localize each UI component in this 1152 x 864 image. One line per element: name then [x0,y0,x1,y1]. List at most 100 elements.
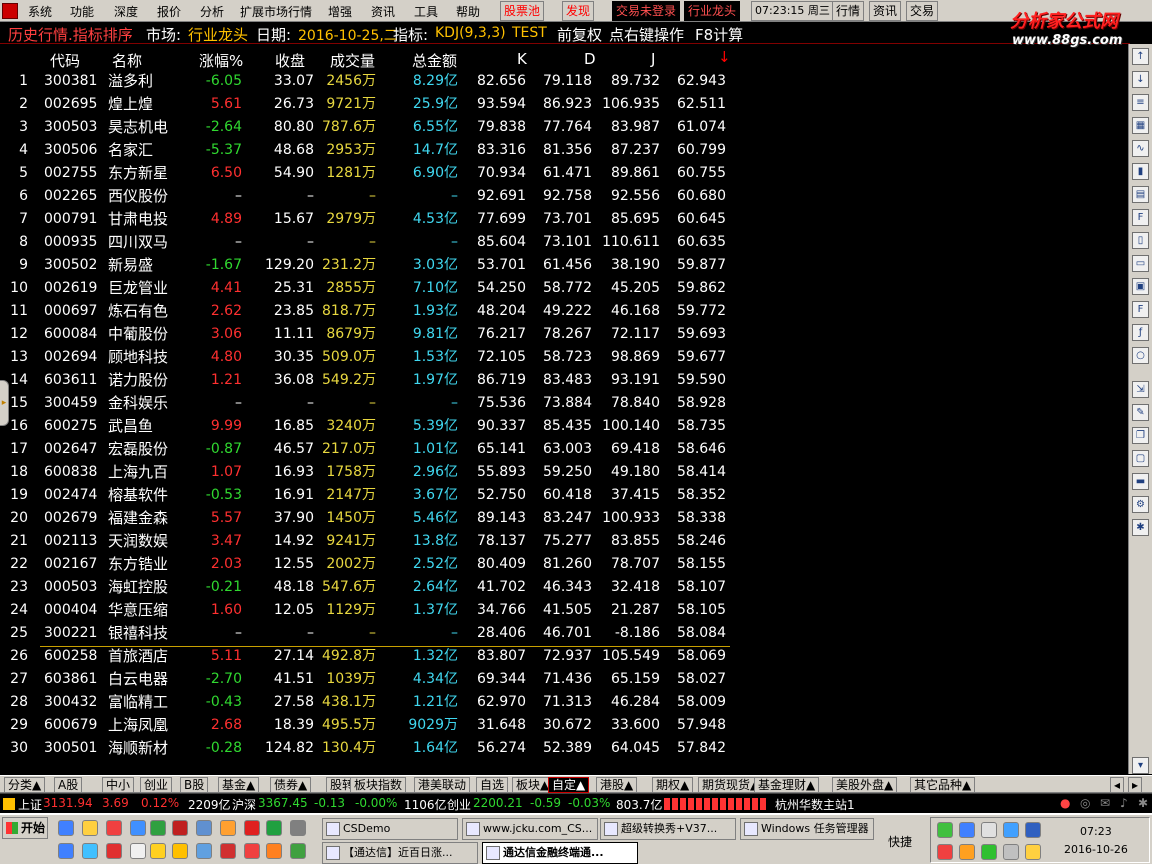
copy-icon[interactable]: ❐ [1132,427,1149,444]
scroll-down-icon[interactable]: ▾ [1132,757,1149,774]
table-row[interactable]: 27 603861 白云电器 -2.70 41.51 1039万 4.34亿 69.344 71… [0,668,740,691]
table-row[interactable]: 29 600679 上海凤凰 2.68 18.39 495.5万 9029万 31.648 30… [0,714,740,737]
tool-icon[interactable]: ⚙ [1132,496,1149,513]
table-row[interactable]: 19 002474 榕基软件 -0.53 16.91 2147万 3.67亿 52.750 60… [0,484,740,507]
tab-10[interactable]: 自选 [476,777,509,793]
app-icon[interactable] [172,820,188,836]
tray-icon-2[interactable] [959,822,975,838]
discover-button[interactable]: 发现 [562,1,595,21]
disconnect-icon[interactable]: ● [1060,796,1070,810]
quote-button[interactable]: 行情 [832,1,865,21]
tab-5[interactable]: 基金▲ [218,777,260,793]
menu-help[interactable]: 帮助 [456,3,480,20]
table-row[interactable]: 23 000503 海虹控股 -0.21 48.18 547.6万 2.64亿 41.702 4… [0,576,740,599]
table-row[interactable]: 11 000697 炼石有色 2.62 23.85 818.7万 1.93亿 48.204 49… [0,300,740,323]
header-d[interactable]: D [584,50,596,68]
header-name[interactable]: 名称 [112,50,142,71]
table-row[interactable]: 15 300459 金科娱乐 – – – –75.536 73.884 78.840 58.928 [0,392,740,415]
start-button[interactable]: 开始 [2,817,48,839]
table-row[interactable]: 17 002647 宏磊股份 -0.87 46.57 217.0万 1.01亿 65.141 6… [0,438,740,461]
header-change[interactable]: 涨幅% [199,50,243,71]
document-icon[interactable]: ▭ [1132,255,1149,272]
tray-icon-7[interactable] [959,844,975,860]
chart-app-icon[interactable] [150,843,166,859]
hs-label[interactable]: 沪深 [232,796,256,813]
menu-enhance[interactable]: 增强 [328,3,352,20]
media-icon[interactable] [290,820,306,836]
weibo-icon[interactable] [106,820,122,836]
list-icon[interactable]: ≡ [1132,94,1149,111]
tab-17[interactable]: 美股外盘▲ [832,777,898,793]
calendar-icon[interactable]: ▣ [1132,278,1149,295]
network-icon[interactable] [196,843,212,859]
tray-icon-10[interactable] [1025,844,1041,860]
header-code[interactable]: 代码 [50,50,80,71]
table-row[interactable]: 3 300503 昊志机电 -2.64 80.80 787.6万 6.55亿 79.838 77… [0,116,740,139]
taskbar-window-tdx-rank[interactable]: 【通达信】近百日涨... [322,842,478,864]
trade-button[interactable]: 交易 [906,1,939,21]
tray-icon-4[interactable] [1003,822,1019,838]
taskbar-window-taskmgr[interactable]: Windows 任务管理器 [740,818,874,840]
menu-tools[interactable]: 工具 [414,3,438,20]
table-row[interactable]: 18 600838 上海九百 1.07 16.93 1758万 2.96亿 55.893 59.… [0,461,740,484]
table-row[interactable]: 7 000791 甘肃电投 4.89 15.67 2979万 4.53亿 77.699 73.7… [0,208,740,231]
tab-3[interactable]: 创业 [140,777,173,793]
excel-icon[interactable] [150,820,166,836]
finance-icon[interactable]: F [1132,209,1149,226]
taskbar-clock-time[interactable]: 07:23 [1080,825,1112,838]
tab-1[interactable]: A股 [54,777,83,793]
sound-icon[interactable]: ♪ [1120,796,1128,810]
table-row[interactable]: 22 002167 东方锆业 2.03 12.55 2002万 2.52亿 80.409 81.… [0,553,740,576]
tab-13[interactable]: 港股▲ [596,777,638,793]
notepad-icon[interactable] [130,843,146,859]
table-row[interactable]: 30 300501 海顺新材 -0.28 124.82 130.4万 1.64亿 56.274… [0,737,740,760]
tab-14[interactable]: 期权▲ [652,777,694,793]
ie-icon[interactable] [58,843,74,859]
table-row[interactable]: 14 603611 诺力股份 1.21 36.08 549.2万 1.97亿 86.719 83… [0,369,740,392]
tab-6[interactable]: 债券▲ [270,777,312,793]
export-icon[interactable]: ⇲ [1132,381,1149,398]
tray-icon-9[interactable] [1003,844,1019,860]
tab-12[interactable]: 自定▲ [548,777,590,793]
taskbar-window-converter[interactable]: 超级转换秀+V37... [600,818,736,840]
tdx-icon[interactable] [220,843,236,859]
browser-icon[interactable] [82,843,98,859]
table-row[interactable]: 2 002695 煌上煌 5.61 26.73 9721万 25.9亿 93.594 86.92… [0,93,740,116]
menu-extended-market[interactable]: 扩展市场行情 [240,3,312,20]
table-row[interactable]: 24 000404 华意压缩 1.60 12.05 1129万 1.37亿 34.766 41.… [0,599,740,622]
tray-icon-5[interactable] [1025,822,1041,838]
formula-icon[interactable]: ƒ [1132,324,1149,341]
down-arrow-icon[interactable]: ↓ [1132,71,1149,88]
menu-quote[interactable]: 报价 [157,3,181,20]
menu-function[interactable]: 功能 [70,3,94,20]
taskbar-window-jcku[interactable]: www.jcku.com_CS... [462,818,598,840]
fire-icon[interactable] [266,843,282,859]
tab-8[interactable]: 板块指数 [350,777,407,793]
candle-chart-icon[interactable]: ▮ [1132,163,1149,180]
report-icon[interactable]: ▤ [1132,186,1149,203]
table-row[interactable]: 5 002755 东方新星 6.50 54.90 1281万 6.90亿 70.934 61.4… [0,162,740,185]
stock-pool-button[interactable]: 股票池 [500,1,545,21]
menu-system[interactable]: 系统 [28,3,52,20]
folder-icon[interactable]: ▬ [1132,473,1149,490]
desktop-icon[interactable] [58,820,74,836]
tab-0[interactable]: 分类▲ [4,777,46,793]
table-row[interactable]: 12 600084 中葡股份 3.06 11.11 8679万 9.81亿 76.217 78.… [0,323,740,346]
table-row[interactable]: 1 300381 溢多利 -6.05 33.07 2456万 8.29亿 82.656 79.1… [0,70,740,93]
table-row[interactable]: 28 300432 富临精工 -0.43 27.58 438.1万 1.21亿 62.970 7… [0,691,740,714]
cy-label[interactable]: 创业 [447,796,471,813]
sh-label[interactable]: 上证 [18,796,42,813]
grid-icon[interactable]: ▦ [1132,117,1149,134]
shield-icon[interactable] [266,820,282,836]
table-row[interactable]: 6 002265 西仪股份 – – – – 92.691 92.758 92.556 60.680 [0,185,740,208]
header-amount[interactable]: 总金额 [412,50,457,71]
table-row[interactable]: 9 300502 新易盛 -1.67 129.20 231.2万 3.03亿 53.701 61… [0,254,740,277]
tab-9[interactable]: 港美联动 [414,777,471,793]
tab-4[interactable]: B股 [180,777,209,793]
edit-icon[interactable]: ✎ [1132,404,1149,421]
collapse-handle[interactable]: ▸ [0,380,9,426]
table-row[interactable]: 25 300221 银禧科技 – – – – 28.406 46.701 -8.186 58.084 [0,622,740,645]
taskbar-window-csdemo[interactable]: CSDemo [322,818,458,840]
red-app-icon[interactable] [244,820,260,836]
sort-arrow-icon[interactable]: ↓ [718,48,731,66]
